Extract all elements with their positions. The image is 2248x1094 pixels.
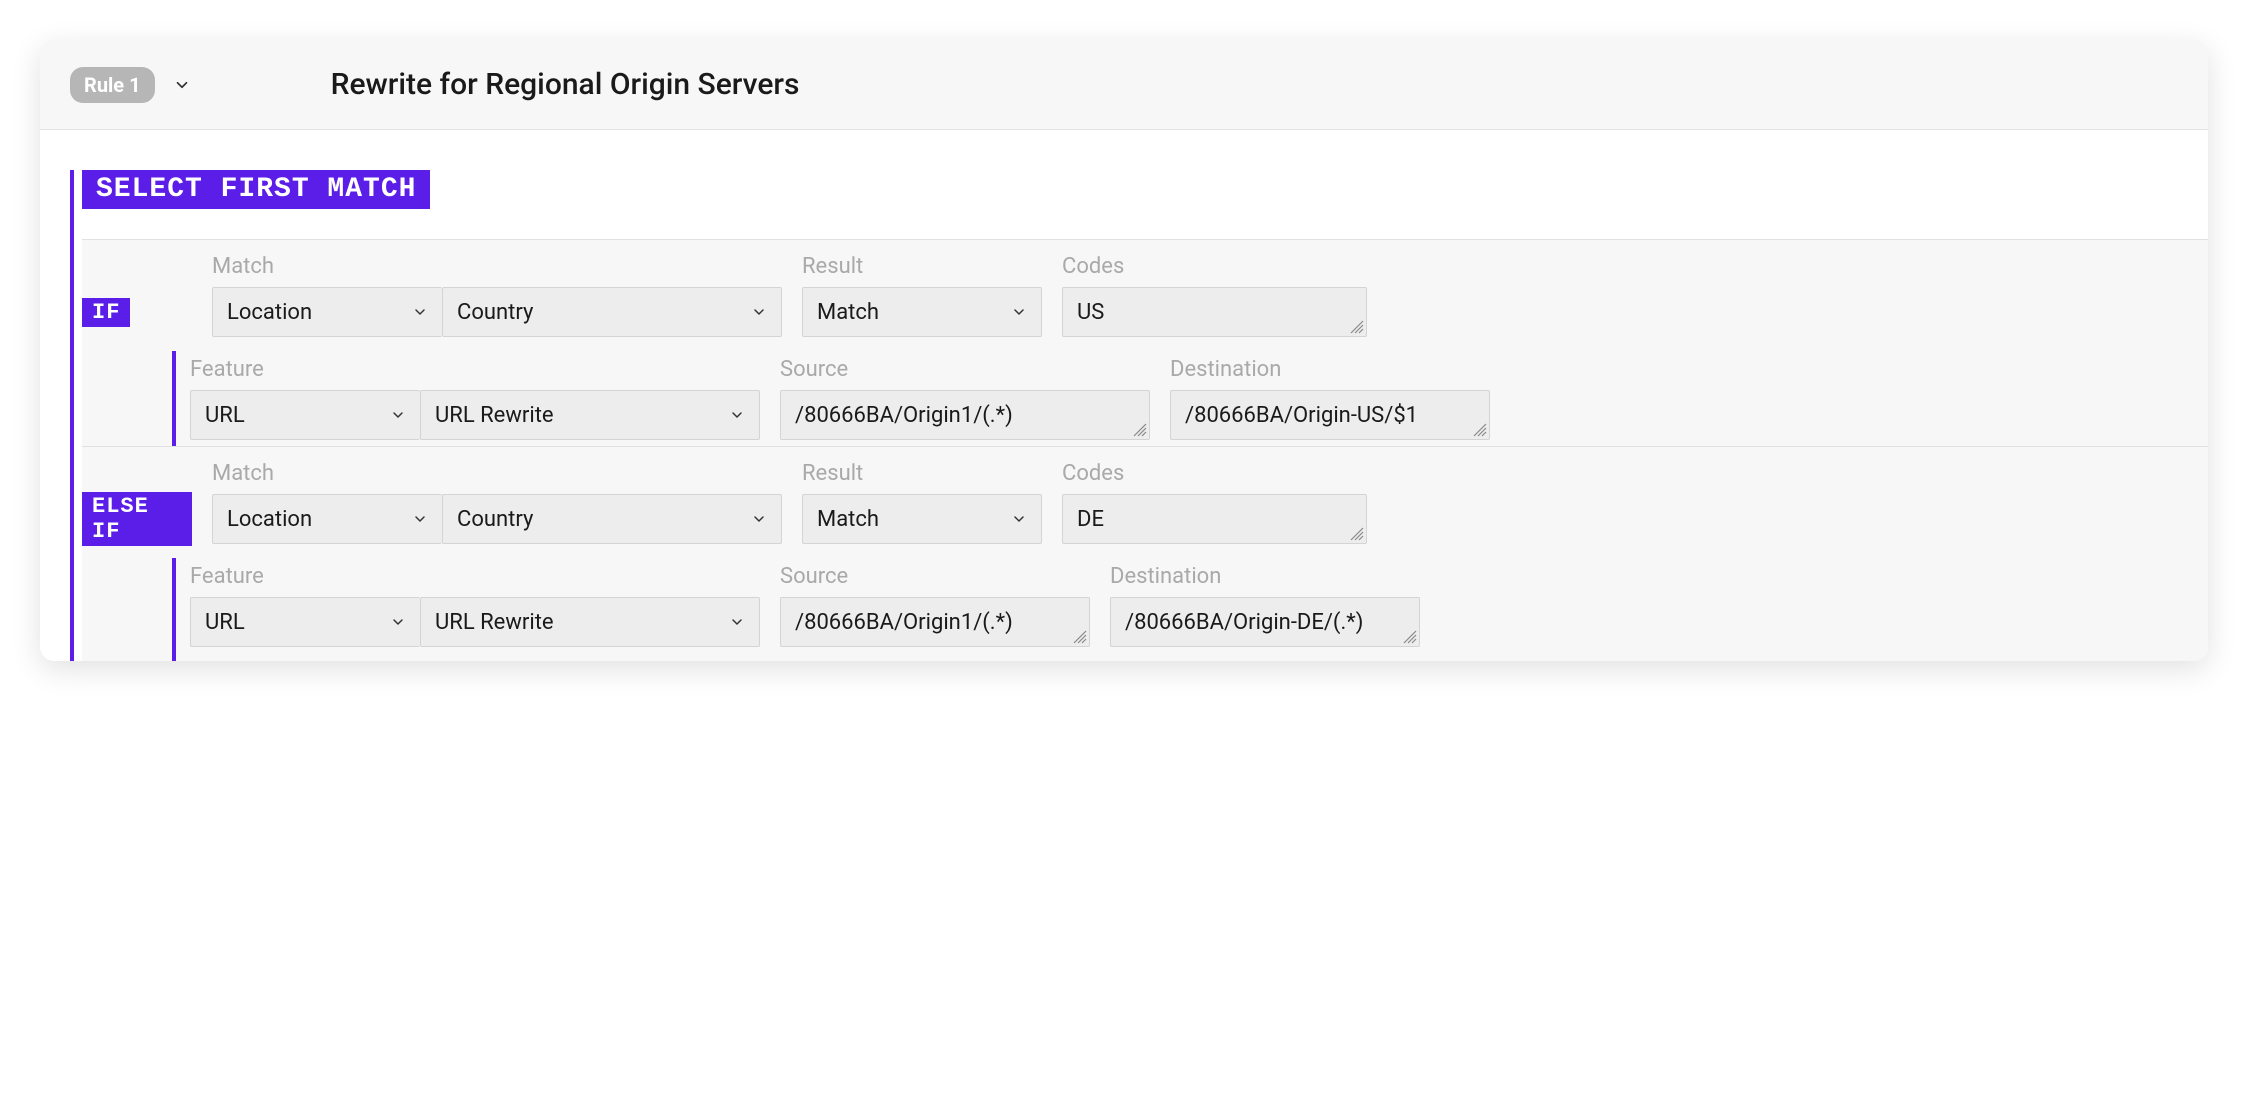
chevron-down-icon <box>751 304 767 320</box>
destination-value: /80666BA/Origin-DE/(.*) <box>1125 610 1363 635</box>
chevron-down-icon <box>729 614 745 630</box>
result-label: Result <box>802 461 1042 486</box>
card-header: Rule 1 Rewrite for Regional Origin Serve… <box>40 40 2208 130</box>
feature-category-value: URL <box>205 403 245 428</box>
result-value: Match <box>817 300 879 325</box>
codes-value: US <box>1077 300 1104 325</box>
feature-label: Feature <box>190 564 760 589</box>
feature-label: Feature <box>190 357 760 382</box>
match-category-select[interactable]: Location <box>212 287 442 337</box>
if-keyword-badge: IF <box>82 298 130 327</box>
match-label: Match <box>212 254 782 279</box>
source-value: /80666BA/Origin1/(.*) <box>795 610 1013 635</box>
condition-block: ELSE IF Match Location <box>82 446 2208 661</box>
match-category-select[interactable]: Location <box>212 494 442 544</box>
feature-category-value: URL <box>205 610 245 635</box>
else-if-keyword-badge: ELSE IF <box>82 492 192 546</box>
rule-title: Rewrite for Regional Origin Servers <box>331 67 800 102</box>
destination-label: Destination <box>1110 564 1420 589</box>
feature-category-select[interactable]: URL <box>190 390 420 440</box>
codes-label: Codes <box>1062 254 1367 279</box>
match-category-value: Location <box>227 300 312 325</box>
chevron-down-icon <box>412 511 428 527</box>
match-label: Match <box>212 461 782 486</box>
destination-input[interactable]: /80666BA/Origin-DE/(.*) <box>1110 597 1420 647</box>
feature-category-select[interactable]: URL <box>190 597 420 647</box>
codes-value: DE <box>1077 507 1104 532</box>
match-field-value: Country <box>457 507 533 532</box>
chevron-down-icon <box>173 76 191 94</box>
condition-block: IF Match Location Count <box>82 239 2208 446</box>
feature-action-value: URL Rewrite <box>435 403 554 428</box>
feature-action-select[interactable]: URL Rewrite <box>420 597 760 647</box>
codes-input[interactable]: DE <box>1062 494 1367 544</box>
source-input[interactable]: /80666BA/Origin1/(.*) <box>780 390 1150 440</box>
result-select[interactable]: Match <box>802 494 1042 544</box>
result-select[interactable]: Match <box>802 287 1042 337</box>
resize-grip-icon <box>1472 422 1488 438</box>
chevron-down-icon <box>751 511 767 527</box>
chevron-down-icon <box>412 304 428 320</box>
resize-grip-icon <box>1072 629 1088 645</box>
feature-section: Feature URL URL Rewrite <box>172 558 2208 661</box>
codes-input[interactable]: US <box>1062 287 1367 337</box>
chevron-down-icon <box>1011 511 1027 527</box>
card-body: SELECT FIRST MATCH IF Match Location <box>40 130 2208 661</box>
resize-grip-icon <box>1402 629 1418 645</box>
match-category-value: Location <box>227 507 312 532</box>
feature-section: Feature URL URL Rewrite <box>172 351 2208 446</box>
chevron-down-icon <box>390 407 406 423</box>
destination-value: /80666BA/Origin-US/$1 <box>1185 403 1418 428</box>
source-label: Source <box>780 564 1090 589</box>
destination-input[interactable]: /80666BA/Origin-US/$1 <box>1170 390 1490 440</box>
select-first-match-section: SELECT FIRST MATCH IF Match Location <box>70 170 2208 661</box>
result-value: Match <box>817 507 879 532</box>
match-field-select[interactable]: Country <box>442 494 782 544</box>
rule-number-badge: Rule 1 <box>70 67 155 103</box>
chevron-down-icon <box>729 407 745 423</box>
feature-action-value: URL Rewrite <box>435 610 554 635</box>
chevron-down-icon <box>390 614 406 630</box>
expand-toggle[interactable] <box>173 76 191 94</box>
source-input[interactable]: /80666BA/Origin1/(.*) <box>780 597 1090 647</box>
resize-grip-icon <box>1349 319 1365 335</box>
source-label: Source <box>780 357 1150 382</box>
result-label: Result <box>802 254 1042 279</box>
resize-grip-icon <box>1349 526 1365 542</box>
match-field-select[interactable]: Country <box>442 287 782 337</box>
feature-action-select[interactable]: URL Rewrite <box>420 390 760 440</box>
resize-grip-icon <box>1132 422 1148 438</box>
chevron-down-icon <box>1011 304 1027 320</box>
select-first-match-badge: SELECT FIRST MATCH <box>82 170 430 209</box>
rule-card: Rule 1 Rewrite for Regional Origin Serve… <box>40 40 2208 661</box>
match-field-value: Country <box>457 300 533 325</box>
source-value: /80666BA/Origin1/(.*) <box>795 403 1013 428</box>
codes-label: Codes <box>1062 461 1367 486</box>
destination-label: Destination <box>1170 357 1490 382</box>
